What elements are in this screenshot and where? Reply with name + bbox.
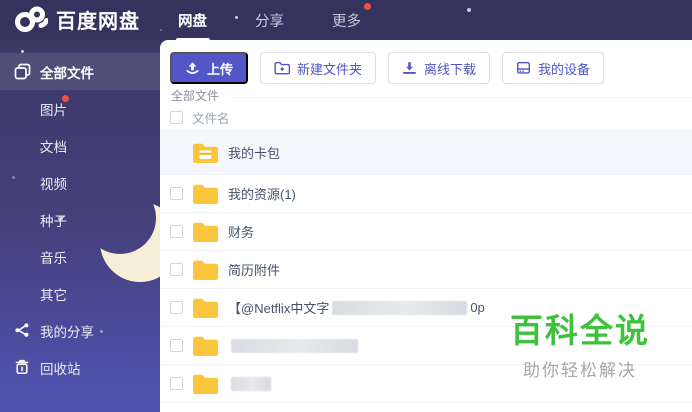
sidebar-item-9[interactable]: 回收站 xyxy=(0,349,160,386)
folder-icon xyxy=(192,221,219,243)
table-row[interactable]: 【@Netflix中文字 0p xyxy=(160,289,692,327)
app-title: 百度网盘 xyxy=(56,10,140,33)
baidu-netdisk-window: 百度网盘 网盘 分享 更多 全部文件 图片 文档 视频 种子 音乐 其它 我的分… xyxy=(0,0,692,412)
files-icon xyxy=(14,63,31,80)
table-row[interactable] xyxy=(160,365,692,403)
sidebar-item-label: 文档 xyxy=(40,139,67,155)
upload-button[interactable]: 上传 xyxy=(170,52,249,84)
table-row[interactable]: 财务 xyxy=(160,213,692,251)
nav-item-label: 网盘 xyxy=(178,13,207,30)
decor-star xyxy=(467,8,471,12)
decor-star xyxy=(21,50,24,53)
sidebar-item-label: 音乐 xyxy=(40,250,67,266)
decor-star xyxy=(58,216,63,221)
nav-item-label: 更多 xyxy=(332,13,361,30)
top-nav: 网盘 分享 更多 xyxy=(175,0,371,42)
sidebar-item-8[interactable]: 我的分享 xyxy=(0,312,160,349)
breadcrumb[interactable]: 全部文件 xyxy=(171,87,219,104)
sidebar-item-label: 我的分享 xyxy=(40,324,94,340)
table-row[interactable] xyxy=(160,327,692,365)
new-folder-label: 新建文件夹 xyxy=(297,61,363,77)
filename-column-header: 文件名 xyxy=(192,112,230,126)
main-content: 上传 新建文件夹 离线下载 我的设备 全部文件 文件名 我的卡包 我的资源(1)… xyxy=(160,40,692,412)
sidebar-item-label: 回收站 xyxy=(40,361,81,377)
row-checkbox[interactable] xyxy=(170,263,183,276)
app-logo[interactable]: 百度网盘 xyxy=(14,4,140,34)
my-devices-label: 我的设备 xyxy=(538,61,591,77)
sidebar-item-3[interactable]: 文档 xyxy=(0,127,160,164)
file-name: 我的资源(1) xyxy=(228,187,296,202)
offline-download-icon xyxy=(403,62,417,74)
sidebar-item-2[interactable]: 图片 xyxy=(0,90,160,127)
share-icon xyxy=(14,322,31,339)
table-row[interactable]: 我的资源(1) xyxy=(160,175,692,213)
notification-dot xyxy=(364,2,371,10)
toolbar: 上传 新建文件夹 离线下载 我的设备 xyxy=(170,52,605,84)
folder-card-icon xyxy=(192,142,219,164)
decor-star xyxy=(100,330,103,333)
new-folder-icon xyxy=(274,61,291,75)
sidebar-item-label: 视频 xyxy=(40,176,67,192)
file-name: 简历附件 xyxy=(228,263,281,278)
folder-icon xyxy=(192,259,219,281)
moon-decoration xyxy=(100,202,160,282)
table-row[interactable]: 简历附件 xyxy=(160,251,692,289)
file-table: 文件名 我的卡包 我的资源(1) 财务 简历附件 【@Netflix中文字 0p xyxy=(160,105,692,403)
file-name: 我的卡包 xyxy=(228,146,281,161)
decor-star xyxy=(160,29,162,31)
table-header-row: 文件名 xyxy=(160,105,692,131)
file-name xyxy=(228,376,274,391)
censored-name-bar xyxy=(231,376,271,391)
upload-label: 上传 xyxy=(207,61,234,77)
app-header: 百度网盘 网盘 分享 更多 xyxy=(0,0,692,42)
table-row[interactable]: 我的卡包 xyxy=(160,131,692,175)
offline-download-button[interactable]: 离线下载 xyxy=(388,52,491,84)
file-name: 【@Netflix中文字 0p xyxy=(228,300,485,316)
decor-star xyxy=(12,176,15,179)
breadcrumb-divider xyxy=(230,97,692,98)
row-checkbox[interactable] xyxy=(170,187,183,200)
nav-item-label: 分享 xyxy=(255,13,284,30)
nav-item-3[interactable]: 更多 xyxy=(330,2,371,35)
folder-icon xyxy=(192,297,219,319)
offline-download-label: 离线下载 xyxy=(424,61,477,77)
row-checkbox[interactable] xyxy=(170,377,183,390)
decor-star xyxy=(235,16,238,19)
censored-name-bar xyxy=(231,338,358,353)
upload-icon xyxy=(186,61,199,74)
row-checkbox[interactable] xyxy=(170,225,183,238)
row-checkbox[interactable] xyxy=(170,301,183,314)
nav-active-underline xyxy=(175,37,210,42)
sidebar-item-label: 种子 xyxy=(40,213,67,229)
my-devices-button[interactable]: 我的设备 xyxy=(502,52,605,84)
file-name: 财务 xyxy=(228,225,255,240)
decor-star xyxy=(40,148,43,151)
new-folder-button[interactable]: 新建文件夹 xyxy=(260,52,377,84)
sidebar-item-label: 其它 xyxy=(40,287,67,303)
folder-icon xyxy=(192,373,219,395)
row-checkbox[interactable] xyxy=(170,339,183,352)
sidebar-item-1[interactable]: 全部文件 xyxy=(0,53,160,90)
trash-icon xyxy=(14,359,31,376)
baidu-pan-cloud-icon xyxy=(15,6,48,32)
folder-icon xyxy=(192,335,219,357)
censored-name-bar xyxy=(332,300,468,315)
device-icon xyxy=(517,61,531,74)
folder-icon xyxy=(192,183,219,205)
select-all-checkbox[interactable] xyxy=(170,111,183,124)
nav-item-2[interactable]: 分享 xyxy=(253,6,286,35)
notification-dot xyxy=(62,95,69,102)
nav-item-1[interactable]: 网盘 xyxy=(175,6,210,42)
sidebar: 全部文件 图片 文档 视频 种子 音乐 其它 我的分享 回收站 xyxy=(0,40,160,412)
file-list: 我的卡包 我的资源(1) 财务 简历附件 【@Netflix中文字 0p xyxy=(160,131,692,403)
file-name xyxy=(228,338,361,353)
sidebar-item-label: 全部文件 xyxy=(40,65,94,81)
